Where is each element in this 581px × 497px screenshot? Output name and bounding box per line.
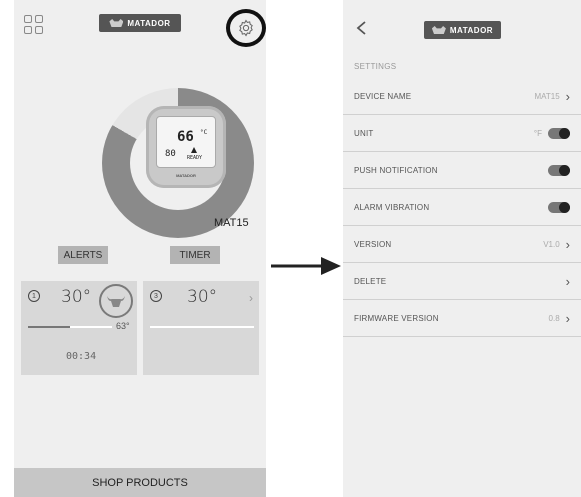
probe-temp: 30°	[61, 287, 92, 307]
alarm-vibration-toggle[interactable]	[548, 201, 570, 213]
probe-card-1[interactable]: 1 30° 63° 00:34	[21, 281, 137, 375]
settings-section-title: SETTINGS	[354, 62, 397, 71]
unit-toggle[interactable]	[548, 127, 570, 139]
chevron-right-icon: ›	[249, 291, 253, 305]
device-lcd: 66 °C 80 READY	[156, 116, 216, 168]
chevron-right-icon: ›	[565, 88, 570, 104]
gear-icon	[239, 19, 253, 37]
setting-label: PUSH NOTIFICATION	[354, 165, 438, 175]
probe-progress-track	[28, 326, 112, 328]
probe-target-temp: 63°	[116, 321, 130, 331]
chevron-right-icon: ›	[565, 273, 570, 289]
lcd-small-temp: 80	[165, 149, 176, 159]
push-notification-toggle[interactable]	[548, 164, 570, 176]
setting-label: ALARM VIBRATION	[354, 202, 430, 212]
lcd-main-temp: 66	[177, 129, 194, 145]
probe-timer: 00:34	[66, 351, 97, 362]
thermometer-device-image: 66 °C 80 READY MATADOR	[146, 106, 226, 188]
logo-text: MATADOR	[127, 18, 171, 28]
back-icon[interactable]	[355, 20, 369, 36]
setting-label: UNIT	[354, 128, 374, 138]
settings-list: DEVICE NAME MAT15 › UNIT °F PUSH NOTIFIC…	[343, 78, 581, 337]
chevron-right-icon: ›	[565, 236, 570, 252]
settings-button[interactable]	[226, 9, 266, 47]
setting-value: MAT15	[534, 91, 560, 101]
bull-icon	[431, 26, 446, 34]
chevron-right-icon: ›	[565, 310, 570, 326]
bull-icon	[99, 284, 133, 318]
shop-products-button[interactable]: SHOP PRODUCTS	[14, 468, 266, 497]
setting-row-device-name[interactable]: DEVICE NAME MAT15 ›	[343, 78, 581, 115]
setting-row-alarm-vibration[interactable]: ALARM VIBRATION	[343, 189, 581, 226]
probe-number-badge: 1	[28, 290, 40, 302]
setting-row-unit[interactable]: UNIT °F	[343, 115, 581, 152]
probe-number-badge: 3	[150, 290, 162, 302]
setting-value: V1.0	[543, 239, 560, 249]
device-brand: MATADOR	[176, 173, 196, 178]
setting-label: VERSION	[354, 239, 392, 249]
matador-logo: MATADOR	[99, 14, 181, 32]
setting-label: DELETE	[354, 276, 387, 286]
setting-row-push-notification[interactable]: PUSH NOTIFICATION	[343, 152, 581, 189]
setting-row-delete[interactable]: DELETE ›	[343, 263, 581, 300]
lcd-status: READY	[187, 155, 203, 161]
probe-temp: 30°	[187, 287, 218, 307]
arrow-right-icon	[271, 257, 341, 275]
device-name-label: MAT15	[214, 217, 249, 229]
probe-progress-fill	[28, 326, 70, 328]
lcd-unit: °C	[200, 129, 208, 136]
alerts-button[interactable]: ALERTS	[58, 246, 108, 264]
bull-icon	[109, 19, 124, 27]
setting-value: °F	[533, 128, 542, 138]
probe-card-3[interactable]: 3 30° ›	[143, 281, 259, 375]
lcd-triangle-icon	[191, 147, 197, 153]
setting-label: DEVICE NAME	[354, 91, 412, 101]
grid-menu-icon[interactable]	[24, 15, 44, 35]
timer-button[interactable]: TIMER	[170, 246, 220, 264]
setting-label: FIRMWARE VERSION	[354, 313, 439, 323]
settings-screen: MATADOR SETTINGS DEVICE NAME MAT15 › UNI…	[343, 0, 581, 497]
setting-row-version[interactable]: VERSION V1.0 ›	[343, 226, 581, 263]
logo-text: MATADOR	[449, 25, 494, 35]
setting-row-firmware-version[interactable]: FIRMWARE VERSION 0.8 ›	[343, 300, 581, 337]
matador-logo: MATADOR	[424, 21, 501, 39]
home-screen: MATADOR 66 °C 80 READY MATADOR MAT15 ALE…	[14, 0, 266, 497]
setting-value: 0.8	[548, 313, 560, 323]
probe-progress-track	[150, 326, 254, 328]
